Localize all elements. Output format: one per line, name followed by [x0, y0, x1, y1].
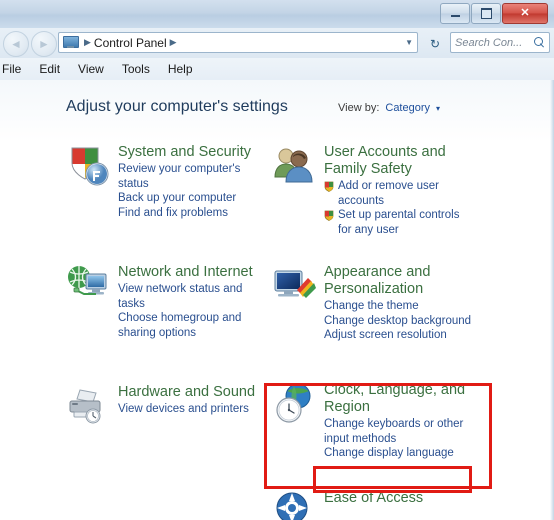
maximize-button[interactable] — [471, 3, 501, 24]
refresh-icon: ↻ — [429, 36, 441, 51]
ease-of-access-icon — [272, 490, 318, 520]
category-link-change-display-language[interactable]: Change display language — [324, 446, 472, 461]
menu-item-file[interactable]: File — [0, 58, 30, 80]
category-title[interactable]: System and Security — [118, 144, 256, 161]
category-body: Ease of Access — [324, 490, 472, 520]
category-clock-language-and-region[interactable]: Clock, Language, and Region Change keybo… — [272, 382, 472, 461]
view-by-value[interactable]: Category — [385, 102, 430, 114]
uac-shield-icon — [324, 210, 334, 221]
category-appearance-and-personalization[interactable]: Appearance and Personalization Change th… — [272, 264, 472, 343]
category-link-label: Set up parental controls for any user — [338, 209, 460, 236]
category-user-accounts-and-family-safety[interactable]: User Accounts and Family Safety Add or r… — [272, 144, 472, 237]
menu-item-tools[interactable]: Tools — [113, 58, 159, 80]
category-link[interactable]: View network status and tasks — [118, 282, 256, 311]
minimize-icon — [450, 15, 460, 17]
category-link[interactable]: View devices and printers — [118, 402, 256, 417]
category-link[interactable]: Change keyboards or other input methods — [324, 417, 472, 446]
close-icon: ✕ — [520, 7, 530, 19]
content-area: Adjust your computer's settings View by:… — [0, 80, 554, 520]
category-body: User Accounts and Family Safety Add or r… — [324, 144, 472, 237]
window-right-edge — [550, 80, 554, 520]
category-network-and-internet[interactable]: Network and Internet View network status… — [66, 264, 256, 340]
category-link[interactable]: Review your computer's status — [118, 162, 256, 191]
breadcrumb-separator-icon-2[interactable]: ▶ — [170, 37, 177, 48]
view-by-label: View by: — [338, 102, 380, 114]
network-icon — [66, 264, 112, 308]
category-title[interactable]: Clock, Language, and Region — [324, 382, 472, 416]
category-link[interactable]: Set up parental controls for any user — [324, 208, 472, 237]
category-title[interactable]: User Accounts and Family Safety — [324, 144, 472, 178]
category-hardware-and-sound[interactable]: Hardware and Sound View devices and prin… — [66, 384, 256, 428]
view-by-control: View by: Category ▾ — [338, 102, 440, 114]
refresh-button[interactable]: ↻ — [424, 32, 446, 55]
category-title[interactable]: Hardware and Sound — [118, 384, 256, 401]
title-bar: ✕ — [0, 0, 554, 29]
address-dropdown-icon[interactable]: ▼ — [405, 38, 413, 47]
search-box[interactable]: Search Con... — [450, 32, 550, 53]
breadcrumb-separator-icon: ▶ — [84, 37, 91, 47]
clock-globe-icon — [272, 382, 318, 426]
window-controls: ✕ — [440, 3, 548, 24]
menu-item-view[interactable]: View — [69, 58, 113, 80]
chevron-down-icon[interactable]: ▾ — [436, 104, 440, 113]
category-body: System and Security Review your computer… — [118, 144, 256, 220]
category-link-label: Add or remove user accounts — [338, 180, 439, 207]
control-panel-icon — [63, 36, 79, 49]
address-field[interactable]: ▶ Control Panel ▶ ▼ — [58, 32, 418, 53]
menu-item-help[interactable]: Help — [159, 58, 202, 80]
category-ease-of-access[interactable]: Ease of Access — [272, 490, 472, 520]
category-link[interactable]: Add or remove user accounts — [324, 179, 472, 208]
uac-shield-icon — [324, 181, 334, 192]
category-link[interactable]: Change desktop background — [324, 314, 472, 329]
category-system-and-security[interactable]: System and Security Review your computer… — [66, 144, 256, 220]
forward-button[interactable]: ► — [31, 31, 57, 57]
category-link[interactable]: Back up your computer — [118, 191, 256, 206]
category-link[interactable]: Adjust screen resolution — [324, 328, 472, 343]
back-button[interactable]: ◄ — [3, 31, 29, 57]
category-body: Network and Internet View network status… — [118, 264, 256, 340]
close-button[interactable]: ✕ — [502, 3, 548, 24]
page-title: Adjust your computer's settings — [66, 98, 288, 115]
display-icon — [272, 264, 318, 308]
breadcrumb-control-panel[interactable]: Control Panel — [94, 36, 167, 50]
control-panel-window: ✕ ◄ ► ▶ Control Panel ▶ ▼ ↻ Search Con..… — [0, 0, 554, 520]
users-icon — [272, 144, 318, 188]
category-title[interactable]: Ease of Access — [324, 490, 472, 507]
search-input[interactable]: Search Con... — [455, 37, 534, 49]
category-link[interactable]: Find and fix problems — [118, 206, 256, 221]
navigation-buttons: ◄ ► — [3, 31, 57, 57]
category-body: Hardware and Sound View devices and prin… — [118, 384, 256, 428]
minimize-button[interactable] — [440, 3, 470, 24]
shield-icon — [66, 144, 112, 188]
address-bar: ◄ ► ▶ Control Panel ▶ ▼ ↻ Search Con... — [0, 28, 554, 58]
category-body: Appearance and Personalization Change th… — [324, 264, 472, 343]
category-title[interactable]: Network and Internet — [118, 264, 256, 281]
category-body: Clock, Language, and Region Change keybo… — [324, 382, 472, 461]
menu-item-edit[interactable]: Edit — [30, 58, 69, 80]
category-link[interactable]: Change the theme — [324, 299, 472, 314]
page-header: Adjust your computer's settings — [66, 98, 288, 116]
search-icon — [534, 37, 545, 48]
menu-bar: File Edit View Tools Help — [0, 58, 554, 80]
category-title[interactable]: Appearance and Personalization — [324, 264, 472, 298]
maximize-icon — [480, 8, 492, 19]
category-link[interactable]: Choose homegroup and sharing options — [118, 311, 256, 340]
printer-icon — [66, 384, 112, 428]
